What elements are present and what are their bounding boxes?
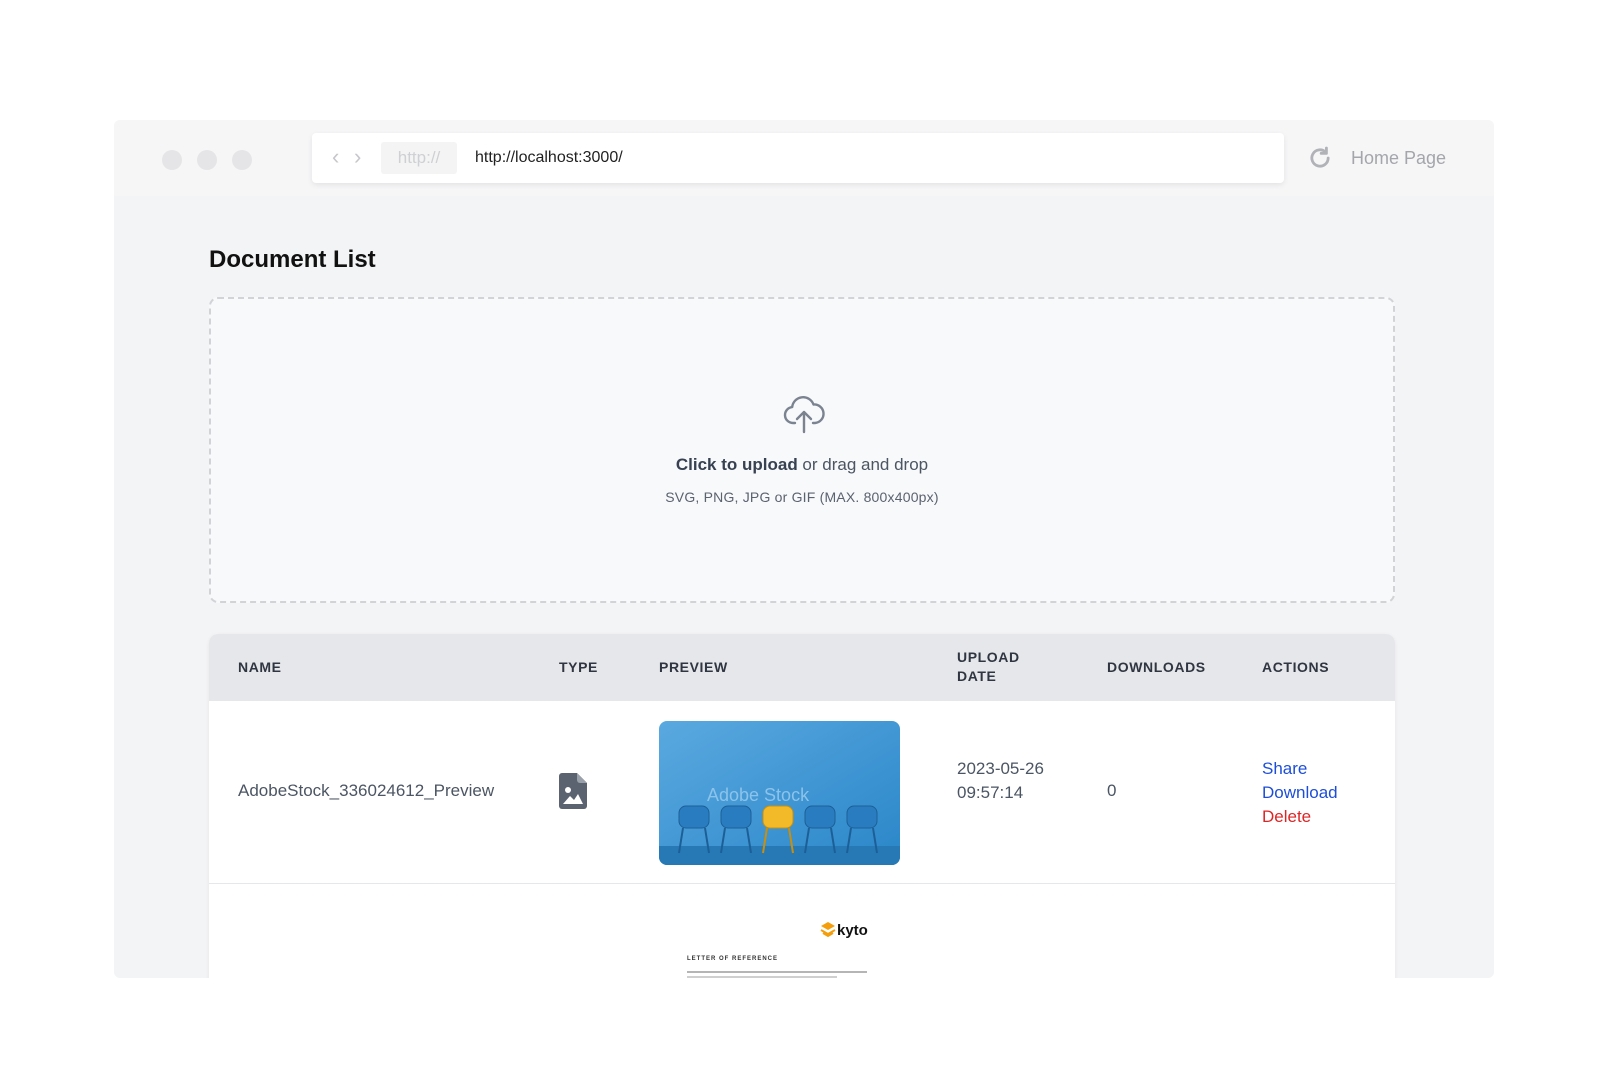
delete-link[interactable]: Delete (1262, 805, 1338, 829)
back-icon[interactable]: ‹ (332, 145, 339, 169)
url-text[interactable]: http://localhost:3000/ (475, 133, 623, 183)
preview-document-heading: LETTER OF REFERENCE (687, 956, 779, 962)
document-preview-thumbnail[interactable]: kyto LETTER OF REFERENCE (659, 904, 900, 978)
table-header: NAME TYPE PREVIEW UPLOAD DATE DOWNLOADS … (209, 634, 1395, 701)
forward-icon[interactable]: › (354, 145, 361, 169)
window-close-dot[interactable] (162, 150, 182, 170)
click-to-upload-label[interactable]: Click to upload (676, 455, 798, 474)
column-header-preview: PREVIEW (659, 659, 728, 675)
document-name: AdobeStock_336024612_Preview (238, 781, 495, 800)
browser-window: ‹ › http:// http://localhost:3000/ Home … (114, 120, 1494, 978)
column-header-actions: ACTIONS (1262, 659, 1330, 675)
column-header-type: TYPE (559, 659, 598, 675)
upload-dropzone[interactable]: Click to upload or drag and drop SVG, PN… (209, 297, 1395, 603)
url-scheme: http:// (381, 142, 457, 174)
page-title: Document List (209, 246, 376, 273)
download-count: 0 (1107, 781, 1117, 800)
reload-icon[interactable] (1306, 144, 1334, 172)
preview-document-text-lines (687, 971, 867, 978)
address-bar[interactable]: ‹ › http:// http://localhost:3000/ (312, 133, 1284, 183)
kyto-logo-text: kyto (837, 922, 868, 939)
table-row: kyto LETTER OF REFERENCE (209, 884, 1395, 978)
download-link[interactable]: Download (1262, 781, 1338, 805)
column-header-name: NAME (238, 659, 282, 675)
upload-hint: SVG, PNG, JPG or GIF (MAX. 800x400px) (665, 489, 939, 505)
drag-drop-label: or drag and drop (797, 455, 929, 474)
document-preview-thumbnail[interactable]: Adobe Stock (659, 721, 900, 865)
upload-date: 2023-05-26 09:57:14 (957, 759, 1044, 802)
column-header-downloads: DOWNLOADS (1107, 659, 1206, 675)
cloud-upload-icon (783, 396, 825, 434)
row-actions: Share Download Delete (1262, 757, 1338, 829)
document-table: NAME TYPE PREVIEW UPLOAD DATE DOWNLOADS … (209, 634, 1395, 978)
image-file-icon (559, 773, 587, 809)
share-link[interactable]: Share (1262, 757, 1338, 781)
home-page-link[interactable]: Home Page (1351, 144, 1446, 172)
browser-toolbar: ‹ › http:// http://localhost:3000/ Home … (114, 120, 1494, 196)
window-maximize-dot[interactable] (232, 150, 252, 170)
table-row: AdobeStock_336024612_Preview Adobe Stock (209, 701, 1395, 884)
column-header-upload-date: UPLOAD DATE (957, 649, 1020, 684)
window-minimize-dot[interactable] (197, 150, 217, 170)
preview-watermark: Adobe Stock (707, 785, 810, 805)
upload-instructions: Click to upload or drag and drop (211, 455, 1393, 475)
